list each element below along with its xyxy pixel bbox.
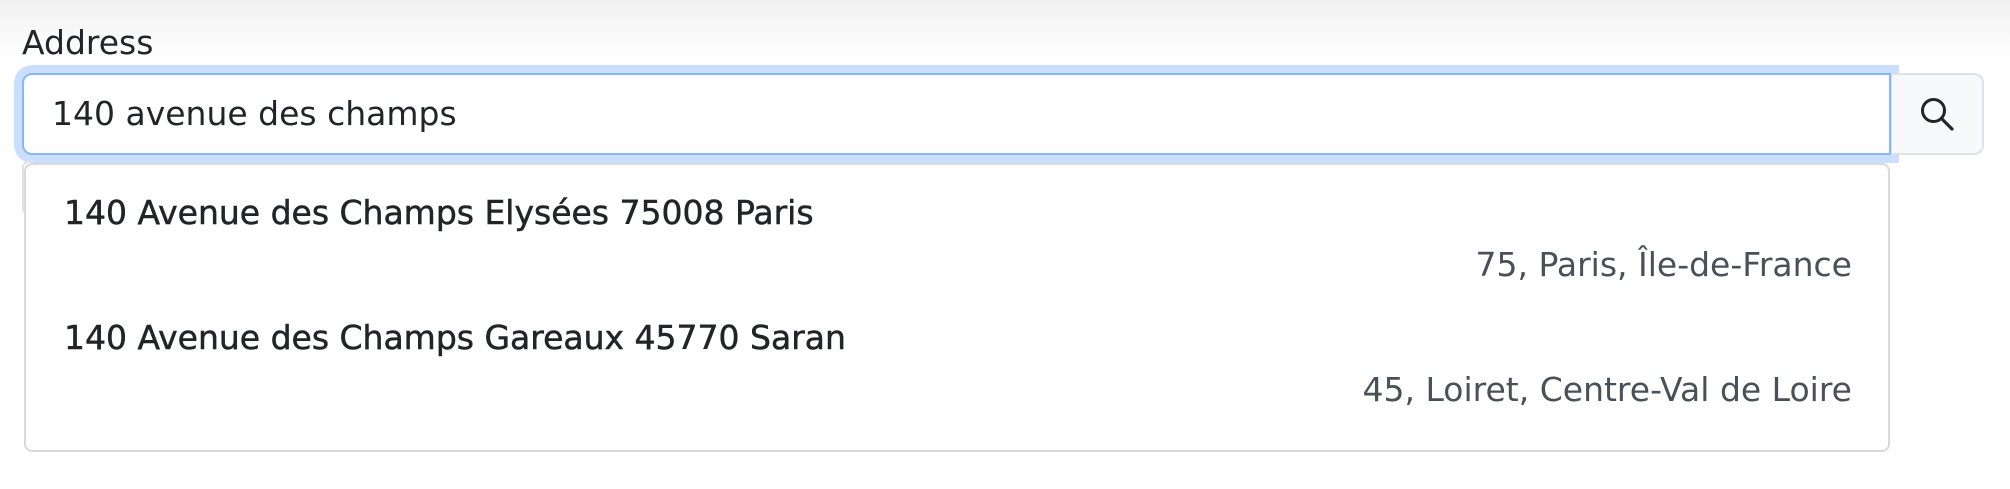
suggestion-main-text: 140 Avenue des Champs Gareaux 45770 Sara… — [64, 318, 846, 358]
search-icon — [1921, 98, 1954, 131]
suggestion-region-text: 75, Paris, Île-de-France — [1475, 245, 1852, 284]
address-suggestions-dropdown: 140 Avenue des Champs Elysées 75008 Pari… — [24, 163, 1890, 452]
address-input[interactable]: 140 avenue des champs — [22, 73, 1891, 155]
suggestion-item[interactable]: 140 Avenue des Champs Elysées 75008 Pari… — [26, 165, 1888, 289]
address-input-group: 140 avenue des champs — [22, 73, 1984, 155]
suggestion-region-text: 45, Loiret, Centre-Val de Loire — [1362, 370, 1852, 409]
page-background — [0, 0, 2010, 60]
search-button[interactable] — [1892, 73, 1984, 155]
address-label: Address — [22, 23, 154, 62]
suggestion-main-text: 140 Avenue des Champs Elysées 75008 Pari… — [64, 193, 814, 233]
suggestion-item[interactable]: 140 Avenue des Champs Gareaux 45770 Sara… — [26, 290, 1888, 414]
